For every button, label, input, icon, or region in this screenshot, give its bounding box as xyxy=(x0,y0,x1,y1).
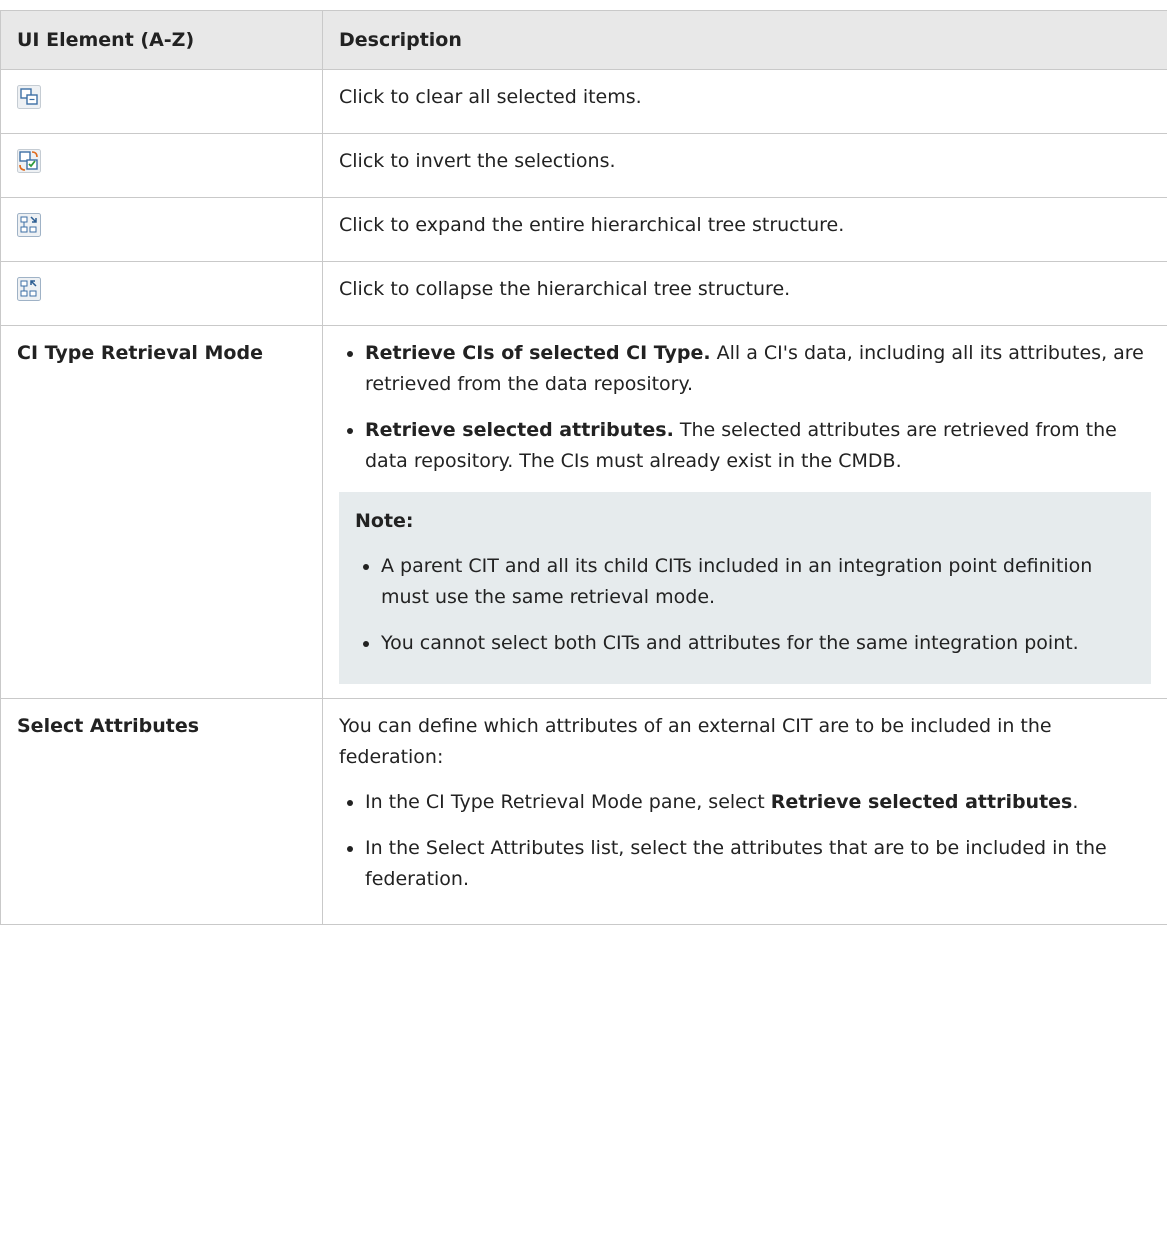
table-row: Click to collapse the hierarchical tree … xyxy=(0,261,1167,326)
item-text: In the CI Type Retrieval Mode pane, sele… xyxy=(365,791,771,813)
list-item: A parent CIT and all its child CITs incl… xyxy=(363,551,1135,613)
option-title: Retrieve selected attributes. xyxy=(365,419,674,441)
collapse-tree-icon[interactable] xyxy=(17,277,41,301)
item-text: . xyxy=(1072,791,1079,813)
expand-tree-icon[interactable] xyxy=(17,213,41,237)
invert-selection-icon[interactable] xyxy=(17,149,41,173)
select-attributes-list: In the CI Type Retrieval Mode pane, sele… xyxy=(339,787,1151,895)
header-ui-element: UI Element (A-Z) xyxy=(0,10,323,70)
description-cell: Click to invert the selections. xyxy=(322,133,1167,198)
element-cell: Select Attributes xyxy=(0,698,323,925)
table-row: Click to invert the selections. xyxy=(0,133,1167,198)
retrieval-mode-list: Retrieve CIs of selected CI Type. All a … xyxy=(339,338,1151,477)
note-list: A parent CIT and all its child CITs incl… xyxy=(355,551,1135,659)
table-row: Click to expand the entire hierarchical … xyxy=(0,197,1167,262)
list-item: In the Select Attributes list, select th… xyxy=(347,833,1151,895)
icon-cell xyxy=(0,69,323,134)
icon-cell xyxy=(0,133,323,198)
select-attributes-intro: You can define which attributes of an ex… xyxy=(339,715,1052,768)
clear-selection-icon[interactable] xyxy=(17,85,41,109)
select-attributes-label: Select Attributes xyxy=(17,715,200,737)
table-row: Click to clear all selected items. xyxy=(0,69,1167,134)
note-title: Note: xyxy=(355,510,414,532)
description-cell: Retrieve CIs of selected CI Type. All a … xyxy=(322,325,1167,699)
icon-cell xyxy=(0,261,323,326)
description-cell: Click to collapse the hierarchical tree … xyxy=(322,261,1167,326)
icon-cell xyxy=(0,197,323,262)
table-row: CI Type Retrieval Mode Retrieve CIs of s… xyxy=(0,325,1167,699)
description-cell: Click to clear all selected items. xyxy=(322,69,1167,134)
list-item: Retrieve CIs of selected CI Type. All a … xyxy=(347,338,1151,400)
retrieval-mode-label: CI Type Retrieval Mode xyxy=(17,342,263,364)
option-title: Retrieve CIs of selected CI Type. xyxy=(365,342,711,364)
item-emphasis: Retrieve selected attributes xyxy=(770,791,1073,813)
table-row: Select Attributes You can define which a… xyxy=(0,698,1167,925)
description-cell: You can define which attributes of an ex… xyxy=(322,698,1167,925)
table-header-row: UI Element (A-Z) Description xyxy=(0,10,1167,70)
ui-elements-table: UI Element (A-Z) Description Click to cl… xyxy=(0,10,1167,925)
element-cell: CI Type Retrieval Mode xyxy=(0,325,323,699)
list-item: Retrieve selected attributes. The select… xyxy=(347,415,1151,477)
header-description: Description xyxy=(322,10,1167,70)
note-box: Note: A parent CIT and all its child CIT… xyxy=(339,492,1151,684)
list-item: In the CI Type Retrieval Mode pane, sele… xyxy=(347,787,1151,818)
description-cell: Click to expand the entire hierarchical … xyxy=(322,197,1167,262)
list-item: You cannot select both CITs and attribut… xyxy=(363,628,1135,659)
